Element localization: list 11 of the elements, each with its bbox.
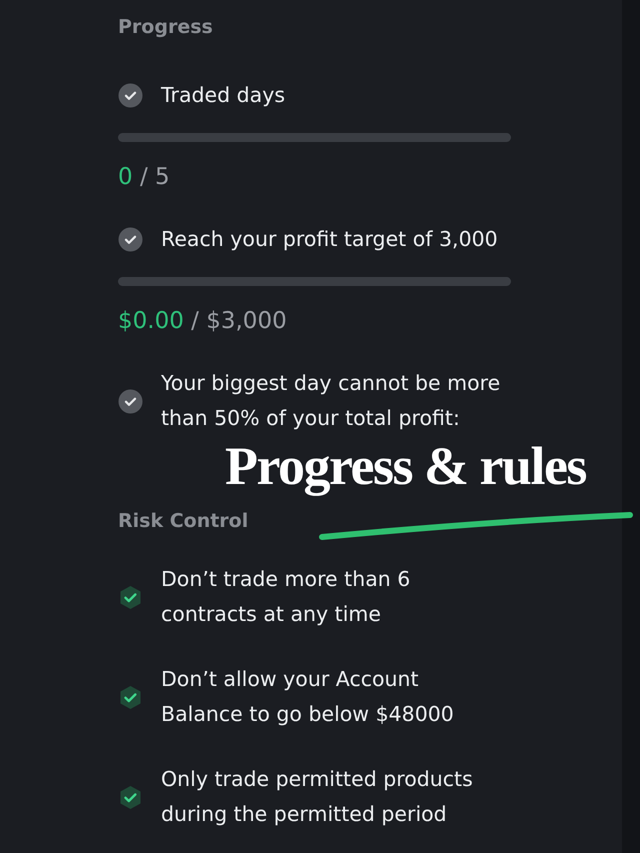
section-title: Progress xyxy=(118,15,213,40)
rule-text: Your biggest day cannot be more than 50% of your total profit: xyxy=(161,370,502,432)
rule-text: Don’t allow your Account Balance to go below $48000 xyxy=(161,666,455,728)
rule-text: Reach your profit target of 3,000 xyxy=(161,226,498,253)
rule-text: Only trade permitted products during the permitted period xyxy=(161,766,474,828)
progress-reading: 0 / 5 xyxy=(118,163,171,192)
rule-text: Don’t trade more than 6 contracts at any time xyxy=(161,566,412,628)
progress-reading: $0.00 / $3,000 xyxy=(118,307,288,336)
caption-text: Progress & rules xyxy=(225,435,586,498)
section-title: Risk Control xyxy=(118,509,248,534)
rule-text: Traded days xyxy=(161,82,286,109)
